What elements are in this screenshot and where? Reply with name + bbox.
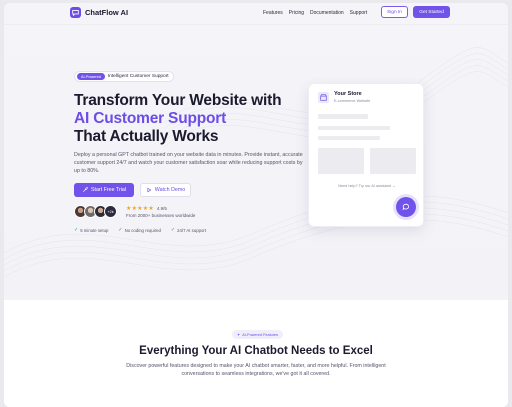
- features-badge: ✦ AI-Powered Features: [232, 330, 284, 339]
- feature-item: ✓ 24/7 AI support: [171, 227, 206, 233]
- rating-value: 4.9/5: [156, 206, 167, 211]
- skeleton-line: [318, 136, 380, 140]
- feature-item: ✓ No coding required: [118, 227, 161, 233]
- watch-demo-label: Watch Demo: [154, 187, 186, 193]
- play-icon: [147, 187, 152, 193]
- top-nav: ChatFlow AI Features Pricing Documentati…: [4, 3, 508, 25]
- hero-title-accent: AI Customer Support: [74, 110, 227, 127]
- rocket-icon: [82, 187, 88, 193]
- hero-title-line3: That Actually Works: [74, 128, 219, 145]
- feature-label: 5 minute setup: [80, 227, 109, 233]
- chat-launcher-button[interactable]: [396, 197, 416, 217]
- logo-text: ChatFlow AI: [85, 8, 129, 17]
- logo[interactable]: ChatFlow AI: [70, 7, 128, 18]
- nav-links: Features Pricing Documentation Support: [263, 10, 367, 16]
- chat-bubble-icon: [70, 7, 81, 18]
- card-title: Your Store: [334, 91, 362, 97]
- start-free-trial-label: Start Free Trial: [90, 187, 127, 193]
- avatar-count: +2k: [104, 205, 117, 218]
- features-badge-text: AI-Powered Features: [242, 332, 279, 337]
- hero-description: Deploy a personal GPT chatbot trained on…: [74, 152, 303, 174]
- check-icon: ✓: [74, 227, 79, 233]
- check-icon: ✓: [118, 227, 123, 233]
- store-preview-card: Your Store E-commerce Website Need help?…: [308, 83, 424, 227]
- rating-subtext: From 2000+ businesses worldwide: [126, 213, 196, 218]
- hero-badge: AI-Powered Intelligent Customer Support: [74, 71, 174, 82]
- hero-section: ChatFlow AI Features Pricing Documentati…: [4, 3, 508, 300]
- nav-link-support[interactable]: Support: [350, 10, 368, 16]
- sparkle-icon: ✦: [237, 333, 241, 337]
- ai-powered-tag: AI-Powered: [77, 73, 105, 80]
- star-icons: ★★★★★: [126, 206, 154, 212]
- start-free-trial-button[interactable]: Start Free Trial: [74, 183, 134, 197]
- feature-item: ✓ 5 minute setup: [74, 227, 108, 233]
- card-subtitle: E-commerce Website: [334, 99, 371, 103]
- customer-avatars: +2k: [74, 205, 117, 218]
- ai-assistant-hint[interactable]: Need help? Try our AI assistant →: [309, 184, 425, 188]
- get-started-button[interactable]: Get Started: [413, 6, 450, 18]
- hero-badge-text: Intelligent Customer Support: [107, 74, 169, 79]
- skeleton-block: [318, 148, 364, 174]
- chat-icon: [402, 203, 410, 211]
- page-frame: ChatFlow AI Features Pricing Documentati…: [4, 3, 508, 407]
- hero-features: ✓ 5 minute setup ✓ No coding required ✓ 24/…: [74, 227, 206, 233]
- features-section: ✦ AI-Powered Features Everything Your AI…: [4, 300, 508, 407]
- nav-link-features[interactable]: Features: [263, 10, 283, 16]
- rating: ★★★★★ 4.9/5: [126, 205, 167, 212]
- feature-label: 24/7 AI support: [177, 227, 207, 233]
- skeleton-line: [318, 126, 390, 130]
- sign-in-button[interactable]: Sign In: [381, 6, 408, 18]
- watch-demo-button[interactable]: Watch Demo: [140, 183, 191, 197]
- nav-link-pricing[interactable]: Pricing: [289, 10, 304, 16]
- features-title: Everything Your AI Chatbot Needs to Exce…: [139, 345, 373, 357]
- hero-title-line1: Transform Your Website with: [74, 92, 282, 109]
- check-icon: ✓: [170, 227, 176, 233]
- store-icon: [318, 92, 329, 103]
- feature-label: No coding required: [124, 227, 161, 233]
- hero-title: Transform Your Website with AI Customer …: [74, 92, 282, 146]
- skeleton-block: [370, 148, 416, 174]
- nav-link-documentation[interactable]: Documentation: [310, 10, 344, 16]
- skeleton-line: [318, 114, 368, 119]
- features-description: Discover powerful features designed to m…: [126, 363, 386, 377]
